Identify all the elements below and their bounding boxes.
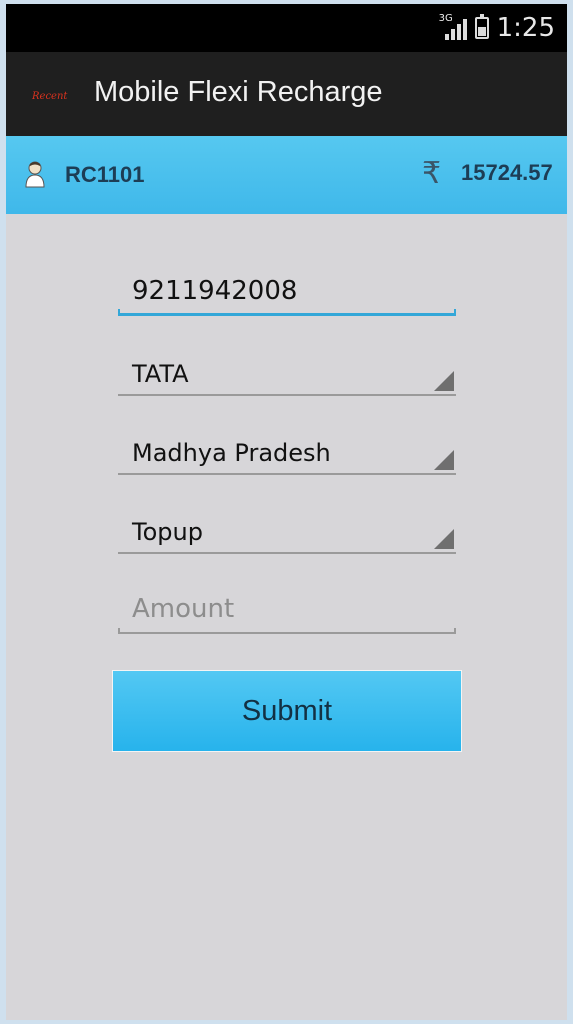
account-balance: 15724.57 (461, 160, 553, 185)
submit-button[interactable]: Submit (112, 670, 462, 752)
circle-selected-value: Madhya Pradesh (132, 439, 331, 467)
dropdown-arrow-icon (434, 529, 454, 549)
app-title: Mobile Flexi Recharge (94, 76, 383, 108)
input-underline (118, 309, 456, 316)
mobile-number-value: 9211942008 (132, 276, 298, 306)
status-icons: 3G 1:25 (439, 12, 555, 44)
dropdown-arrow-icon (434, 371, 454, 391)
app-logo: Recent (32, 91, 68, 102)
recharge-type-selected-value: Topup (132, 518, 203, 546)
mobile-number-input[interactable]: 9211942008 (118, 270, 456, 316)
status-bar: 3G 1:25 (6, 4, 567, 52)
amount-input[interactable]: Amount (118, 588, 456, 634)
user-icon (25, 161, 45, 188)
dropdown-underline (118, 394, 456, 396)
action-bar: Recent Mobile Flexi Recharge (6, 52, 567, 136)
battery-icon (474, 14, 489, 39)
dropdown-underline (118, 473, 456, 475)
signal-strength-icon: 3G (439, 14, 467, 42)
circle-dropdown[interactable]: Madhya Pradesh (118, 429, 456, 475)
operator-dropdown[interactable]: TATA (118, 350, 456, 396)
dropdown-arrow-icon (434, 450, 454, 470)
input-underline (118, 628, 456, 634)
app-screen: 3G 1:25 Recent Mobile Flexi Recharge RC1… (6, 4, 567, 1020)
amount-placeholder: Amount (132, 594, 235, 624)
dropdown-underline (118, 552, 456, 554)
rupee-icon: ₹ (422, 156, 442, 191)
user-id: RC1101 (65, 162, 145, 187)
account-info-bar: RC1101 ₹ 15724.57 (6, 136, 567, 214)
status-time: 1:25 (496, 13, 555, 43)
svg-text:Recent: Recent (32, 91, 68, 102)
recharge-type-dropdown[interactable]: Topup (118, 508, 456, 554)
operator-selected-value: TATA (132, 360, 189, 388)
